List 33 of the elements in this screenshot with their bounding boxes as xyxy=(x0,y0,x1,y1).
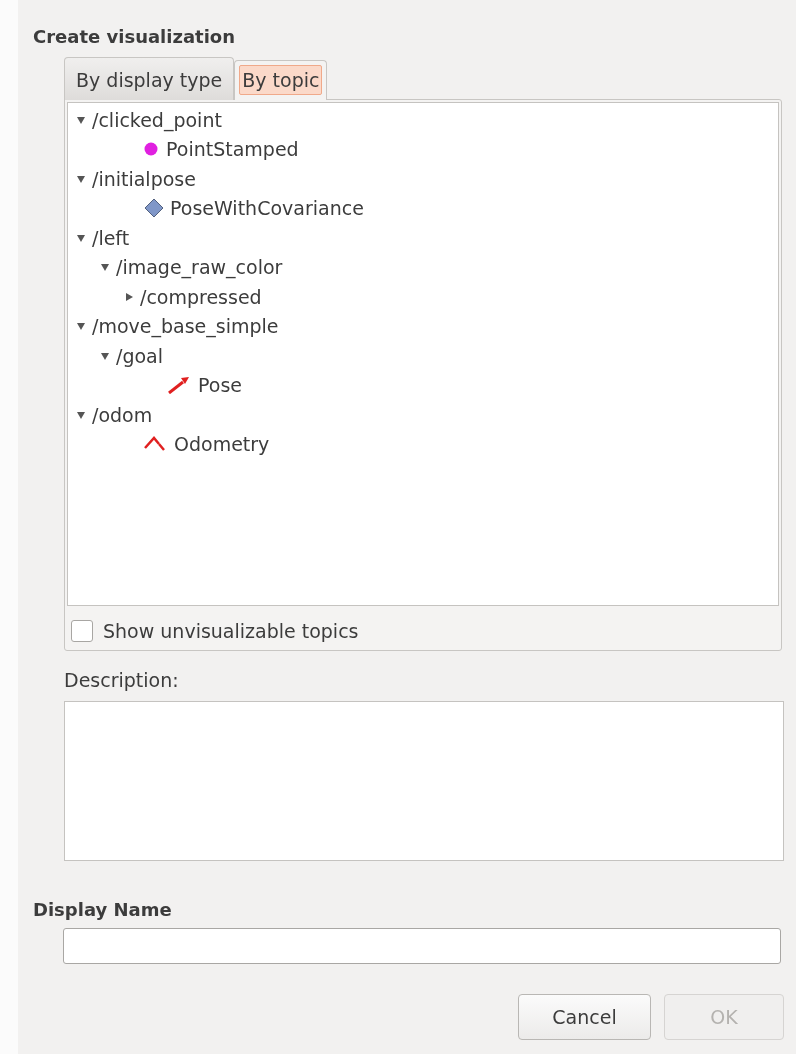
display-item[interactable]: Pose xyxy=(198,374,242,397)
topic-item[interactable]: /goal xyxy=(116,344,163,367)
topic-item[interactable]: /image_raw_color xyxy=(116,256,283,279)
collapse-arrow-icon[interactable] xyxy=(76,114,86,125)
sphere-icon xyxy=(144,142,158,157)
collapse-arrow-icon[interactable] xyxy=(100,262,110,273)
collapse-arrow-icon[interactable] xyxy=(100,350,110,361)
cancel-button[interactable]: Cancel xyxy=(518,994,651,1040)
dialog-title: Create visualization xyxy=(33,26,237,47)
collapse-arrow-icon[interactable] xyxy=(76,173,86,184)
diamond-icon xyxy=(144,198,164,219)
arrow-icon xyxy=(168,376,190,395)
display-item[interactable]: PointStamped xyxy=(166,138,299,161)
checkbox[interactable] xyxy=(71,620,93,642)
description-label: Description: xyxy=(64,669,180,691)
display-name-label: Display Name xyxy=(33,899,173,920)
topic-item[interactable]: /compressed xyxy=(140,285,262,308)
display-item[interactable]: Odometry xyxy=(174,433,270,456)
topic-item[interactable]: /initialpose xyxy=(92,167,196,190)
expand-arrow-icon[interactable] xyxy=(124,291,134,302)
arrows-icon xyxy=(144,436,168,453)
tab[interactable]: By topic xyxy=(234,60,328,100)
topic-item[interactable]: /clicked_point xyxy=(92,108,222,131)
topic-item[interactable]: /left xyxy=(92,226,130,249)
display-name-field[interactable] xyxy=(63,928,781,964)
checkbox-label[interactable]: Show unvisualizable topics xyxy=(103,620,359,642)
topic-item[interactable]: /odom xyxy=(92,403,153,426)
collapse-arrow-icon[interactable] xyxy=(76,409,86,420)
topic-item[interactable]: /move_base_simple xyxy=(92,315,279,338)
tab[interactable]: By display type xyxy=(64,57,235,100)
collapse-arrow-icon[interactable] xyxy=(76,321,86,332)
collapse-arrow-icon[interactable] xyxy=(76,232,86,243)
display-item[interactable]: PoseWithCovariance xyxy=(170,197,364,220)
